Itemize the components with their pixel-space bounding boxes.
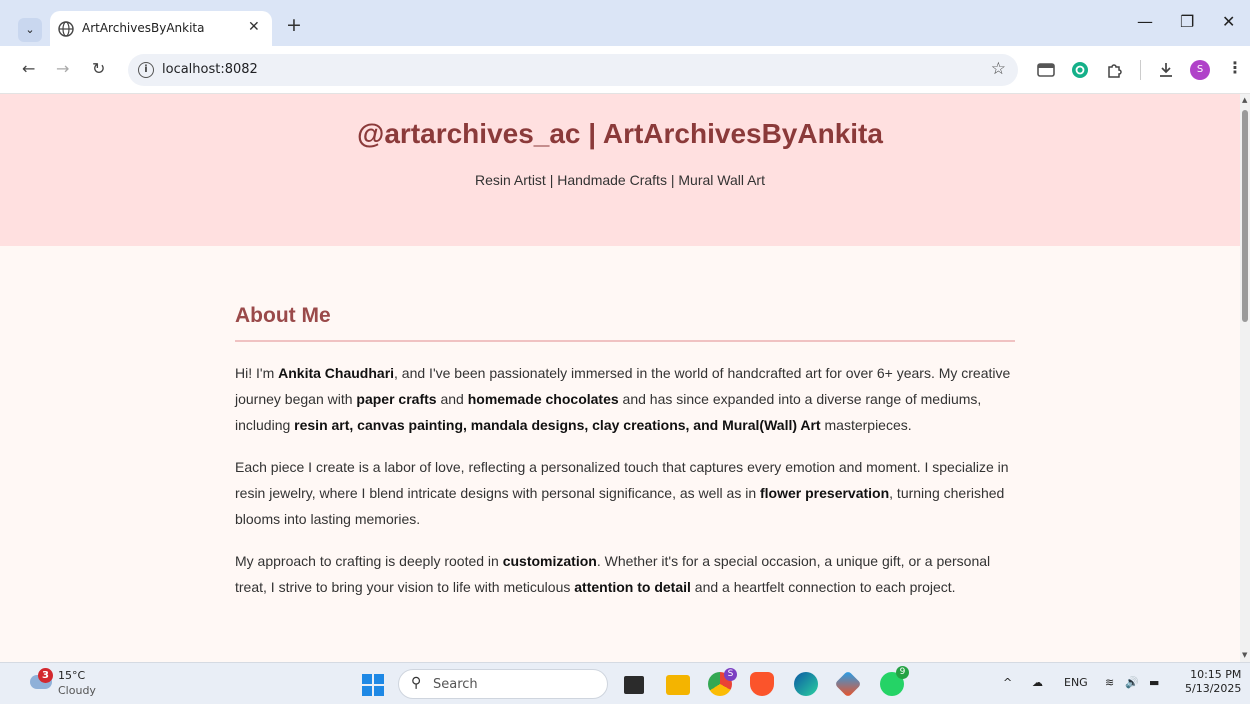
- profile-avatar[interactable]: S: [1190, 60, 1210, 80]
- globe-icon: [58, 21, 74, 37]
- minimize-icon[interactable]: —: [1137, 12, 1153, 31]
- weather-alert-badge: 3: [38, 668, 53, 683]
- browser-menu-icon[interactable]: ⋮: [1227, 58, 1243, 77]
- about-paragraph-1: Hi! I'm Ankita Chaudhari, and I've been …: [235, 365, 1011, 433]
- tab-search-chevron-icon[interactable]: ⌄: [18, 18, 42, 42]
- scroll-up-icon[interactable]: ▲: [1242, 96, 1247, 104]
- reload-icon[interactable]: ↻: [92, 59, 105, 78]
- toolbar-divider: [1140, 60, 1141, 80]
- site-title: @artarchives_ac | ArtArchivesByAnkita: [357, 118, 883, 149]
- tab-title: ArtArchivesByAnkita: [82, 21, 205, 35]
- edge-icon[interactable]: [794, 672, 818, 696]
- address-bar[interactable]: i localhost:8082 ☆: [128, 54, 1018, 86]
- tab-strip: ⌄ ArtArchivesByAnkita ✕ + — ❐ ✕: [0, 0, 1250, 47]
- clock-date: 5/13/2025: [1185, 682, 1242, 695]
- about-section: About Me Hi! I'm Ankita Chaudhari, and I…: [235, 304, 1015, 600]
- hero-banner: @artarchives_ac | ArtArchivesByAnkita Re…: [0, 94, 1240, 246]
- new-tab-icon[interactable]: +: [286, 14, 302, 36]
- close-window-icon[interactable]: ✕: [1222, 12, 1235, 31]
- language-indicator[interactable]: ENG: [1064, 676, 1088, 689]
- restore-icon[interactable]: ❐: [1180, 12, 1194, 31]
- file-explorer-icon[interactable]: [666, 675, 690, 695]
- page-viewport: @artarchives_ac | ArtArchivesByAnkita Re…: [0, 94, 1240, 662]
- onedrive-cloud-icon[interactable]: ☁: [1032, 676, 1043, 689]
- browser-toolbar: ← → ↻ i localhost:8082 ☆: [0, 46, 1250, 94]
- tray-chevron-icon[interactable]: ^: [1003, 676, 1012, 689]
- forward-icon[interactable]: →: [56, 59, 69, 78]
- system-clock[interactable]: 10:15 PM 5/13/2025: [1185, 668, 1241, 696]
- windows-start-icon[interactable]: [362, 674, 384, 696]
- battery-icon[interactable]: ▬: [1149, 676, 1159, 689]
- windows-taskbar: 3 15°C Cloudy ⚲ Search S 9 ^ ☁ ENG ≋ 🔊 ▬…: [0, 662, 1250, 704]
- about-paragraph-3: My approach to crafting is deeply rooted…: [235, 553, 991, 595]
- wifi-icon[interactable]: ≋: [1105, 676, 1114, 689]
- download-icon[interactable]: [1157, 61, 1175, 79]
- taskbar-search[interactable]: ⚲ Search: [398, 669, 608, 699]
- scroll-down-icon[interactable]: ▼: [1242, 651, 1247, 659]
- extensions-puzzle-icon[interactable]: [1106, 61, 1124, 79]
- dev-app-icon[interactable]: [834, 670, 862, 698]
- volume-icon[interactable]: 🔊: [1125, 676, 1139, 689]
- grammar-extension-icon[interactable]: [1071, 61, 1089, 79]
- url-text: localhost:8082: [162, 62, 258, 77]
- back-icon[interactable]: ←: [22, 59, 35, 78]
- site-tagline: Resin Artist | Handmade Crafts | Mural W…: [475, 172, 765, 188]
- extension-tab-icon[interactable]: [1037, 61, 1055, 79]
- site-info-icon[interactable]: i: [138, 62, 154, 78]
- weather-condition[interactable]: Cloudy: [58, 684, 96, 697]
- active-tab[interactable]: ArtArchivesByAnkita ✕: [50, 11, 272, 47]
- page-scrollbar[interactable]: ▲ ▼: [1240, 94, 1250, 662]
- whatsapp-badge: 9: [896, 666, 909, 679]
- bookmark-star-icon[interactable]: ☆: [991, 59, 1006, 79]
- scrollbar-thumb[interactable]: [1242, 110, 1248, 322]
- search-label: Search: [433, 677, 478, 692]
- about-heading: About Me: [235, 304, 1015, 342]
- about-paragraph-2: Each piece I create is a labor of love, …: [235, 459, 1009, 527]
- brave-icon[interactable]: [750, 672, 774, 696]
- search-icon: ⚲: [411, 675, 422, 691]
- temperature[interactable]: 15°C: [58, 669, 85, 682]
- close-tab-icon[interactable]: ✕: [248, 19, 260, 35]
- chrome-profile-badge: S: [724, 668, 737, 681]
- task-view-icon[interactable]: [624, 676, 644, 694]
- clock-time: 10:15 PM: [1190, 668, 1242, 681]
